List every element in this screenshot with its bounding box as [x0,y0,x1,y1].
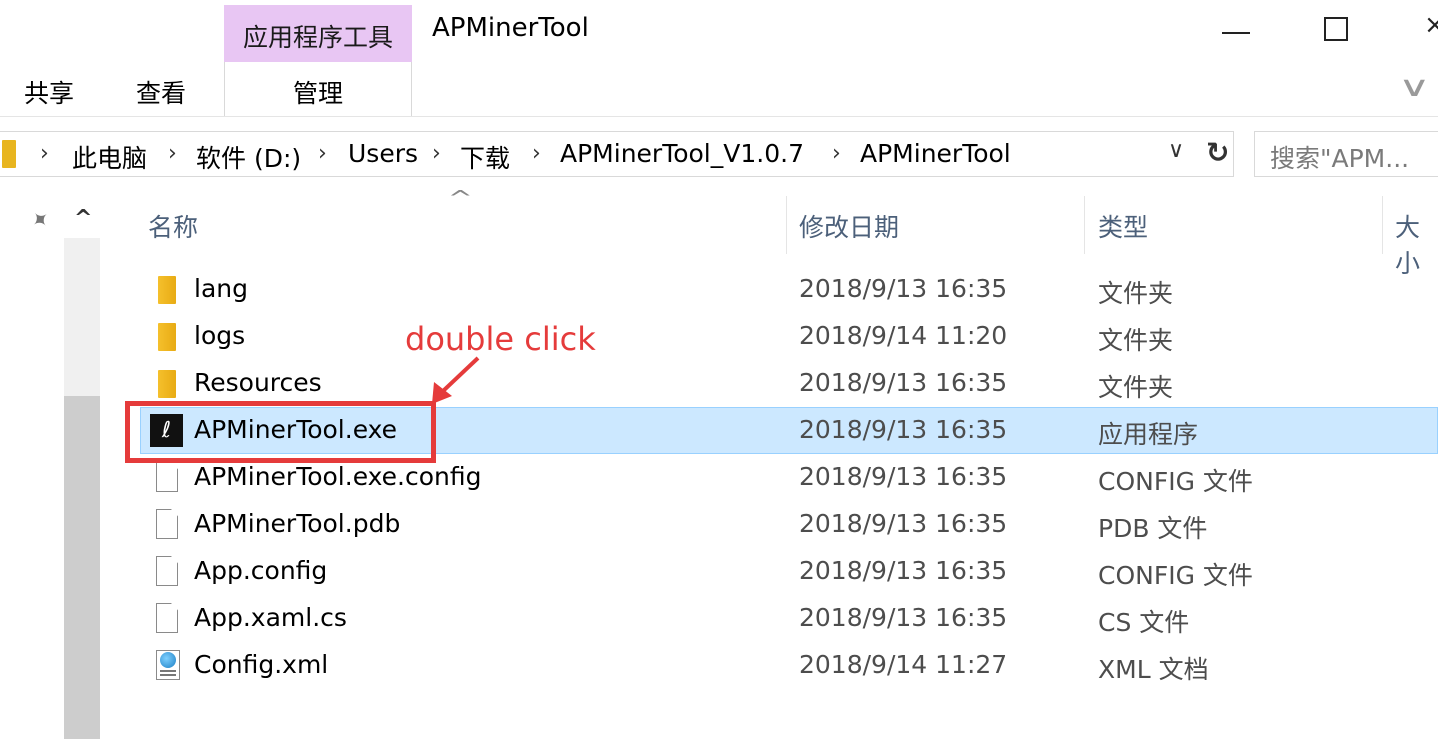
annotation-highlight-box [125,401,436,463]
sort-ascending-icon: ^ [447,186,473,210]
file-type: CS 文件 [1098,608,1190,637]
file-name[interactable]: App.xaml.cs [194,603,347,632]
chevron-right-icon[interactable]: › [318,141,327,166]
xml-lines-icon [160,670,176,676]
file-modified: 2018/9/13 16:35 [799,603,1008,632]
close-button[interactable]: × [1424,10,1438,40]
column-divider[interactable] [786,196,787,254]
breadcrumb-apminertool[interactable]: APMinerTool [860,139,1011,168]
folder-icon [2,140,16,168]
breadcrumb-users[interactable]: Users [348,139,418,168]
file-name[interactable]: Resources [194,368,322,397]
globe-icon [160,652,176,668]
tab-share[interactable]: 共享 [24,74,74,110]
file-type: CONFIG 文件 [1098,467,1253,496]
file-modified: 2018/9/13 16:35 [799,509,1008,538]
file-modified: 2018/9/14 11:20 [799,321,1008,350]
file-type: XML 文档 [1098,655,1209,684]
file-name[interactable]: APMinerTool.pdb [194,509,400,538]
file-icon [156,556,178,586]
file-modified: 2018/9/13 16:35 [799,368,1008,397]
folder-icon [158,323,176,351]
maximize-button[interactable] [1324,17,1348,41]
file-row[interactable] [140,266,1438,313]
ribbon-expand-icon[interactable]: ∨ [1398,70,1431,103]
file-row[interactable] [140,360,1438,407]
file-icon [156,462,178,492]
column-header-modified[interactable]: 修改日期 [799,208,899,244]
file-modified: 2018/9/13 16:35 [799,556,1008,585]
breadcrumb-drive-d[interactable]: 软件 (D:) [196,139,301,175]
file-type: 文件夹 [1098,279,1174,308]
file-modified: 2018/9/13 16:35 [799,462,1008,491]
tab-manage-label[interactable]: 管理 [224,74,412,110]
tab-view[interactable]: 查看 [136,74,186,110]
contextual-tab-label: 应用程序工具 [242,23,393,52]
breadcrumb-downloads[interactable]: 下载 [460,139,510,175]
window-title: APMinerTool [432,13,589,43]
chevron-right-icon[interactable]: › [832,141,841,166]
column-divider[interactable] [1382,196,1383,254]
chevron-right-icon[interactable]: › [532,141,541,166]
search-placeholder: 搜索"APM... [1270,144,1410,173]
address-dropdown-icon[interactable]: ∨ [1168,138,1184,163]
file-name[interactable]: Config.xml [194,650,328,679]
file-modified: 2018/9/13 16:35 [799,415,1008,444]
file-name[interactable]: App.config [194,556,327,585]
file-name[interactable]: lang [194,274,248,303]
file-modified: 2018/9/13 16:35 [799,274,1008,303]
breadcrumb-apminertool-v107[interactable]: APMinerTool_V1.0.7 [560,139,804,168]
chevron-right-icon[interactable]: › [432,141,441,166]
breadcrumb-this-pc[interactable]: 此电脑 [72,139,147,175]
file-icon [156,603,178,633]
file-row[interactable] [140,642,1438,689]
file-type: 文件夹 [1098,326,1174,355]
column-header-type[interactable]: 类型 [1098,208,1148,244]
refresh-icon[interactable]: ↻ [1206,136,1229,169]
file-type: 应用程序 [1098,420,1199,449]
ribbon-divider [0,116,1438,117]
minimize-button[interactable] [1222,32,1250,34]
column-header-name[interactable]: 名称 [148,208,198,244]
file-type: PDB 文件 [1098,514,1208,543]
chevron-up-icon[interactable]: ^ [74,206,92,231]
file-type: CONFIG 文件 [1098,561,1253,590]
file-modified: 2018/9/14 11:27 [799,650,1008,679]
chevron-right-icon[interactable]: › [168,141,177,166]
column-divider[interactable] [1084,196,1085,254]
file-type: 文件夹 [1098,373,1174,402]
pin-icon[interactable]: ✦ [26,205,56,236]
nav-scrollbar-thumb[interactable] [64,396,100,739]
file-row[interactable] [140,313,1438,360]
file-name[interactable]: APMinerTool.exe.config [194,462,482,491]
file-name[interactable]: logs [194,321,245,350]
file-icon [156,509,178,539]
chevron-right-icon[interactable]: › [40,141,49,166]
annotation-arrow-icon [432,356,480,404]
folder-icon [158,370,176,398]
folder-icon [158,276,176,304]
